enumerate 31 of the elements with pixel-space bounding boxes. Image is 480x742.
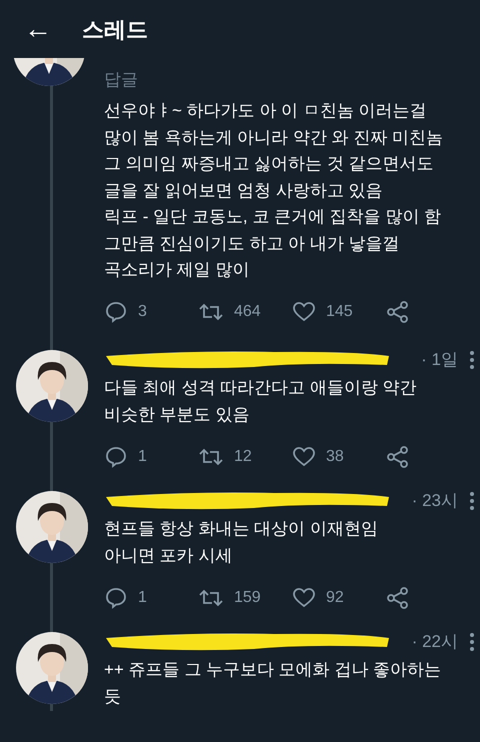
more-icon[interactable] bbox=[470, 350, 474, 368]
like-count: 145 bbox=[326, 302, 353, 322]
share-icon[interactable] bbox=[386, 586, 410, 610]
tweet-text: 현프들 항상 화내는 대상이 이재현임 아니면 포카 시세 bbox=[104, 518, 379, 567]
heart-icon[interactable] bbox=[292, 586, 316, 610]
heart-icon[interactable] bbox=[292, 444, 316, 468]
more-icon[interactable] bbox=[470, 632, 474, 650]
page-title: 스레드 bbox=[82, 16, 148, 44]
tweet-time: · 22시 bbox=[412, 630, 458, 653]
reply-icon[interactable] bbox=[104, 586, 128, 610]
tweet-text: ++ 쥬프들 그 누구보다 모에화 겁나 좋아하는 듯 bbox=[104, 658, 442, 708]
retweet-count: 12 bbox=[234, 446, 252, 466]
reply-icon[interactable] bbox=[104, 444, 128, 468]
like-count: 92 bbox=[326, 588, 344, 608]
tweet-time: · 1일 bbox=[421, 348, 458, 371]
reply-icon[interactable] bbox=[104, 300, 128, 324]
share-icon[interactable] bbox=[386, 444, 410, 468]
share-icon[interactable] bbox=[386, 300, 410, 324]
like-count: 38 bbox=[326, 446, 344, 466]
tweet-time: · 23시 bbox=[412, 490, 458, 512]
tweet-text: 다들 최애 성격 따라간다고 애들이랑 약간 비슷한 부분도 있음 bbox=[104, 376, 418, 426]
tweet-text: 선우야ㅑ~ 하다가도 아 이 ㅁ친놈 이러는걸 많이 봄 욕하는게 아니라 약간 와 진짜 미친놈 그 의미임 짜증내고 싫어하는 것 같으면서도 글을 잘 읽어보면 엄청 사랑하고 있음 릭프 - 일단 코동노, 코 큰거에 집착을 많이 함 그만큼 진심이기도 하고 아 내가 낳을껄 곡소리가 제일 많이 bbox=[104, 100, 444, 281]
back-button[interactable]: ← bbox=[24, 15, 52, 43]
reply-count: 3 bbox=[138, 302, 147, 322]
retweet-count: 159 bbox=[234, 588, 261, 608]
more-icon[interactable] bbox=[470, 492, 474, 510]
heart-icon[interactable] bbox=[292, 300, 316, 324]
retweet-count: 464 bbox=[234, 302, 261, 322]
reply-count: 1 bbox=[138, 588, 147, 608]
reply-label: 답글 bbox=[104, 70, 139, 90]
reply-count: 1 bbox=[138, 446, 147, 466]
